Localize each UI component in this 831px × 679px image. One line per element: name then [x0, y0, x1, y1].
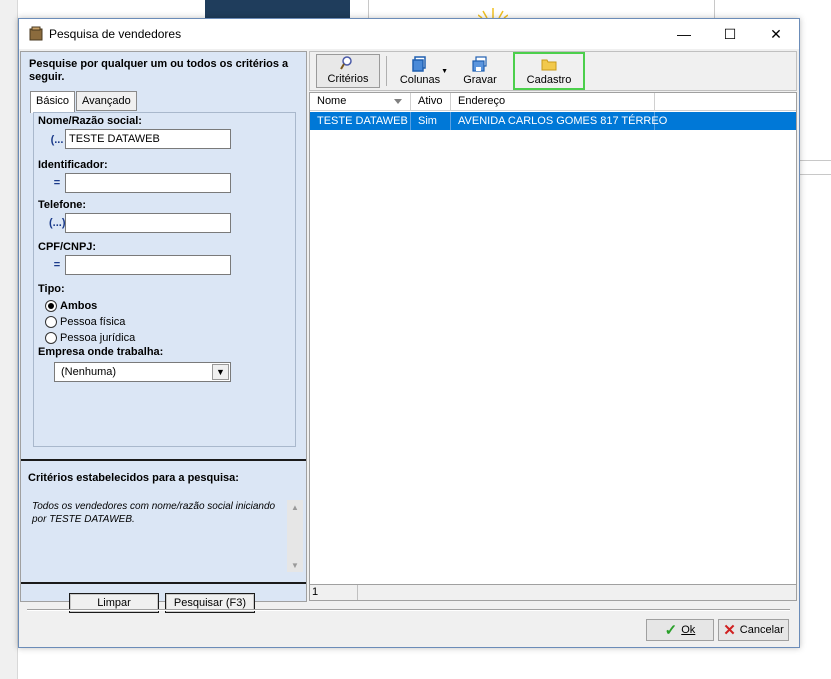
column-header-label: Nome [317, 95, 347, 107]
column-header-label: Endereço [458, 95, 506, 107]
column-header-nome[interactable]: Nome [310, 93, 411, 111]
save-button[interactable]: Gravar [454, 54, 506, 88]
radio-checked-icon [45, 300, 57, 312]
summary-scrollbar[interactable]: ▲ ▼ [287, 500, 303, 572]
close-icon: ✕ [723, 622, 736, 639]
separator [357, 585, 358, 600]
cancel-button[interactable]: ✕ Cancelar [718, 619, 789, 641]
chevron-down-icon[interactable]: ▼ [212, 364, 229, 380]
criteria-toggle-button[interactable]: Critérios [316, 54, 380, 88]
dropdown-arrow-icon[interactable]: ▼ [441, 68, 448, 75]
phone-label: Telefone: [38, 199, 87, 211]
close-icon: ✕ [770, 25, 782, 42]
radio-label: Pessoa física [60, 316, 126, 328]
background-divider [800, 160, 831, 161]
columns-button[interactable]: Colunas ▼ [386, 54, 454, 88]
scroll-down-icon[interactable]: ▼ [287, 558, 303, 572]
column-header-label: Ativo [418, 95, 443, 107]
minimize-button[interactable]: — [661, 19, 707, 49]
tab-basico[interactable]: Básico [30, 91, 76, 113]
starts-with-operator[interactable]: (... [49, 134, 65, 146]
register-label: Cadastro [526, 74, 572, 86]
record-count: 1 [312, 586, 319, 598]
cell-nome: TESTE DATAWEB [310, 112, 411, 130]
background-divider [800, 174, 831, 175]
register-button[interactable]: Cadastro [513, 52, 585, 90]
radio-icon [45, 316, 57, 328]
contains-operator[interactable]: (...) [49, 217, 66, 229]
cpf-cnpj-label: CPF/CNPJ: [38, 241, 97, 253]
app-icon [29, 26, 43, 41]
radio-pessoa-fisica[interactable]: Pessoa física [45, 316, 125, 328]
title-bar: Pesquisa de vendedores — ☐ ✕ [19, 19, 799, 49]
minimize-icon: — [677, 26, 691, 42]
scroll-up-icon[interactable]: ▲ [287, 500, 303, 514]
ok-button[interactable]: ✓ Ok [646, 619, 714, 641]
sort-descending-icon [394, 99, 402, 104]
save-icon [472, 56, 487, 72]
criteria-panel: Pesquise por qualquer um ou todos os cri… [20, 51, 307, 613]
window-title: Pesquisa de vendedores [49, 27, 182, 41]
name-input[interactable] [65, 129, 231, 149]
grid-footer: 1 [309, 585, 797, 601]
criteria-summary-heading: Critérios estabelecidos para a pesquisa: [28, 472, 239, 484]
divider [21, 582, 306, 584]
background-divider [368, 0, 369, 18]
empresa-selected-value: (Nenhuma) [61, 366, 117, 378]
ok-label: Ok [681, 624, 696, 636]
column-header-ativo[interactable]: Ativo [411, 93, 451, 111]
columns-icon [412, 56, 426, 72]
folder-icon [541, 59, 557, 71]
divider [27, 609, 790, 611]
table-row[interactable]: TESTE DATAWEB Sim AVENIDA CARLOS GOMES 8… [310, 112, 796, 130]
equals-operator[interactable]: = [49, 259, 65, 271]
magnifier-icon [340, 56, 352, 70]
divider [21, 459, 306, 461]
basic-criteria-form: Nome/Razão social: (... Identificador: =… [33, 112, 296, 447]
cpf-cnpj-input[interactable] [65, 255, 231, 275]
background-right [800, 0, 831, 679]
save-label: Gravar [463, 74, 497, 86]
search-dialog: Pesquisa de vendedores — ☐ ✕ Pesquise po… [18, 18, 800, 648]
empresa-label: Empresa onde trabalha: [38, 346, 164, 358]
maximize-button[interactable]: ☐ [707, 19, 753, 49]
identifier-input[interactable] [65, 173, 231, 193]
radio-ambos[interactable]: Ambos [45, 300, 97, 312]
identifier-label: Identificador: [38, 159, 108, 171]
maximize-icon: ☐ [723, 25, 737, 42]
radio-label: Pessoa jurídica [60, 332, 136, 344]
radio-pessoa-juridica[interactable]: Pessoa jurídica [45, 332, 135, 344]
checkmark-icon: ✓ [664, 622, 678, 639]
criteria-heading: Pesquise por qualquer um ou todos os cri… [29, 58, 289, 83]
toolbar: Critérios Colunas ▼ Gravar Cadastro [309, 51, 797, 91]
tab-avancado[interactable]: Avançado [76, 91, 137, 111]
empresa-select[interactable]: (Nenhuma) ▼ [54, 362, 231, 382]
columns-label: Colunas [399, 74, 441, 86]
cell-endereco: AVENIDA CARLOS GOMES 817 TÉRREO [451, 112, 667, 130]
grid-header: Nome Ativo Endereço [310, 93, 796, 111]
background-banner [205, 0, 350, 18]
tipo-label: Tipo: [38, 283, 65, 295]
criteria-toggle-label: Critérios [327, 73, 369, 85]
column-header-endereco[interactable]: Endereço [451, 93, 655, 111]
results-grid: Nome Ativo Endereço TESTE DATAWEB Sim AV… [309, 92, 797, 585]
radio-label: Ambos [60, 300, 98, 312]
sun-icon [478, 8, 508, 18]
background-panel [0, 0, 18, 679]
cancel-label: Cancelar [739, 624, 784, 636]
background-divider [714, 0, 715, 18]
criteria-summary-text: Todos os vendedores com nome/razão socia… [28, 500, 303, 572]
equals-operator[interactable]: = [49, 177, 65, 189]
radio-icon [45, 332, 57, 344]
cell-ativo: Sim [411, 112, 451, 130]
name-label: Nome/Razão social: [38, 115, 142, 127]
phone-input[interactable] [65, 213, 231, 233]
close-button[interactable]: ✕ [753, 19, 799, 49]
